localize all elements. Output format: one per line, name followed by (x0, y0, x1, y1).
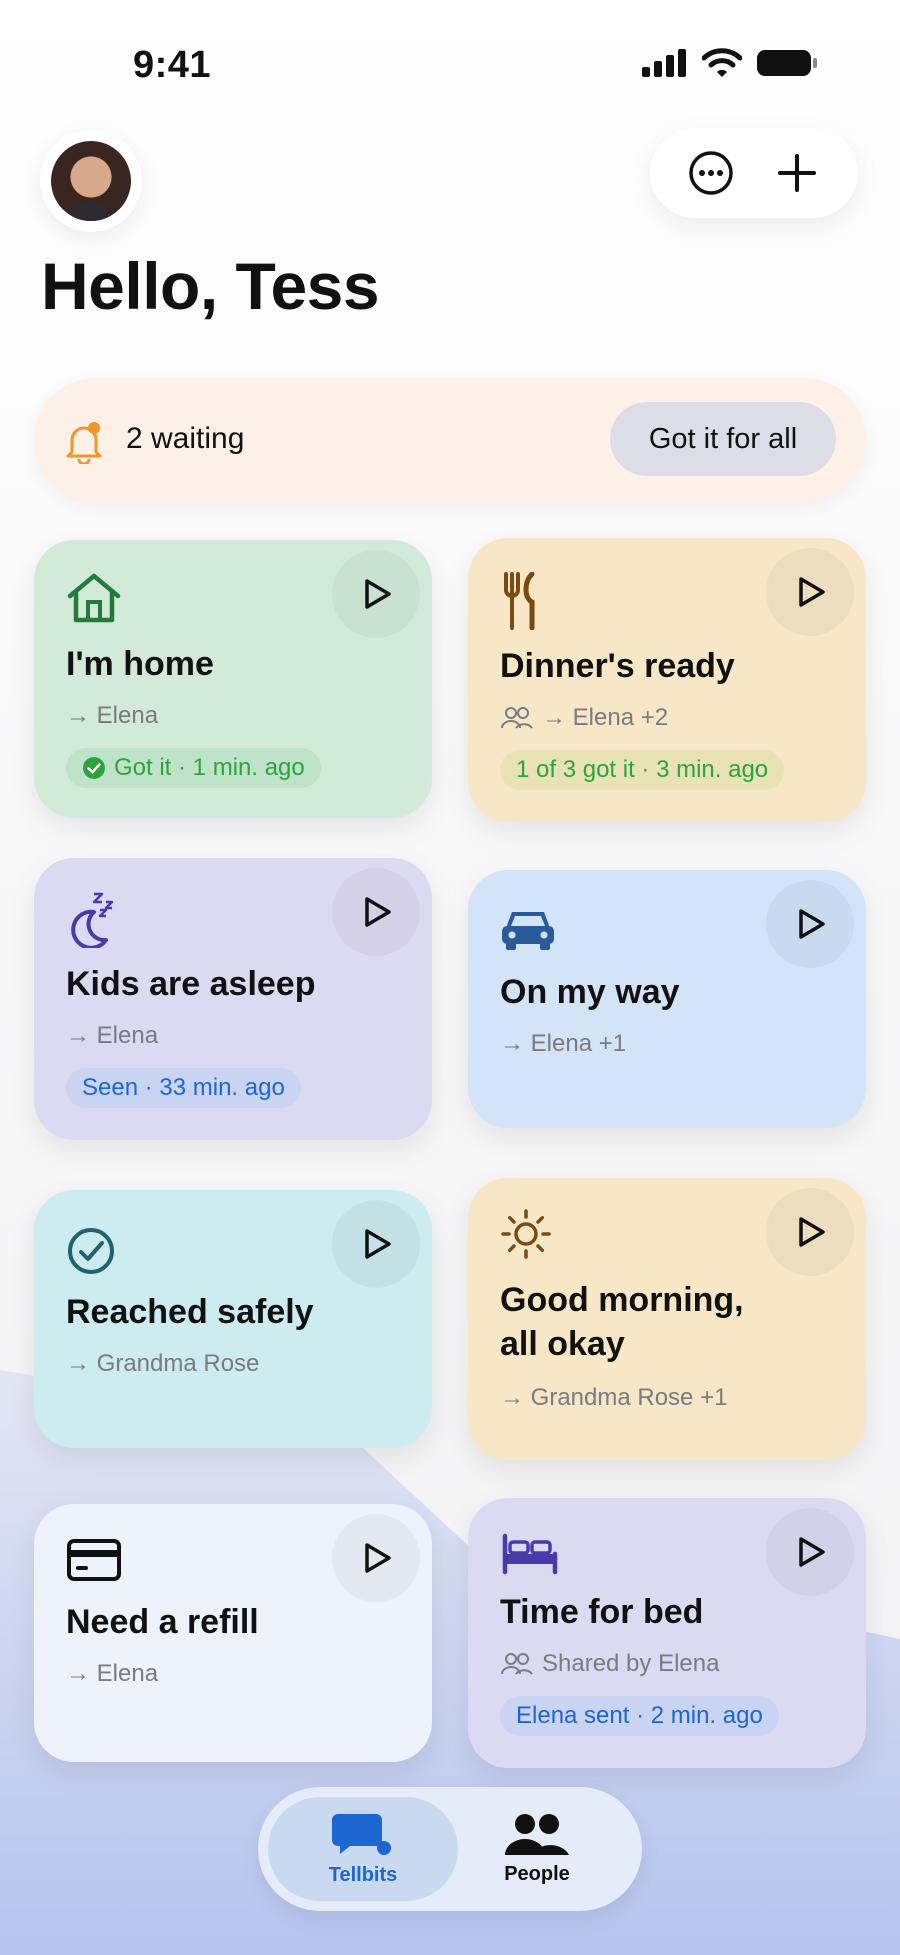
credit-card-icon (67, 1539, 121, 1581)
recipients-text: → Grandma Rose +1 (500, 1384, 728, 1411)
card-kids-asleep[interactable]: Kids are asleep → Elena Seen · 33 min. a… (34, 858, 432, 1140)
card-title: Kids are asleep (66, 965, 316, 1003)
group-icon (501, 707, 533, 729)
status-bar: 9:41 (0, 0, 900, 120)
tab-people[interactable]: People (442, 1797, 632, 1901)
tab-bar: Tellbits People (258, 1787, 642, 1911)
card-dinners-ready[interactable]: Dinner's ready → Elena +2 1 of 3 got it … (468, 538, 866, 822)
play-button[interactable] (332, 1514, 420, 1602)
recipients-text: → Elena (66, 702, 159, 729)
card-need-refill[interactable]: Need a refill → Elena (34, 1504, 432, 1762)
play-button[interactable] (332, 550, 420, 638)
play-button[interactable] (766, 548, 854, 636)
recipients-text: Shared by Elena (542, 1650, 720, 1677)
plus-icon (778, 154, 816, 192)
group-icon (501, 1653, 533, 1675)
card-title-line: Good morning, (500, 1281, 744, 1319)
more-button[interactable] (681, 143, 741, 203)
play-icon (365, 579, 391, 609)
car-icon (502, 912, 554, 950)
tab-label: Tellbits (328, 1863, 398, 1886)
moon-zzz-icon (71, 892, 114, 948)
card-recipients: Shared by Elena (500, 1650, 719, 1678)
page-title: Hello, Tess (41, 249, 380, 323)
play-button[interactable] (766, 880, 854, 968)
people-icon (505, 1813, 569, 1855)
card-recipients: → Grandma Rose +1 (500, 1384, 727, 1412)
tab-label: People (504, 1862, 570, 1885)
card-title: On my way (500, 973, 680, 1011)
card-recipients: → Elena (66, 702, 158, 730)
card-title: Time for bed (500, 1593, 704, 1631)
status-badge: Got it · 1 min. ago (66, 748, 321, 788)
tab-tellbits[interactable]: Tellbits (268, 1797, 458, 1901)
add-button[interactable] (767, 143, 827, 203)
status-text: Seen · 33 min. ago (82, 1074, 285, 1101)
card-good-morning[interactable]: Good morning, all okay → Grandma Rose +1 (468, 1178, 866, 1460)
wifi-icon (702, 48, 742, 77)
chat-bubble-icon (332, 1813, 391, 1855)
sun-icon (501, 1209, 551, 1259)
recipients-text: → Elena +1 (500, 1030, 627, 1057)
play-icon (799, 1537, 825, 1567)
card-title: Need a refill (66, 1603, 259, 1641)
card-recipients: → Elena (66, 1660, 158, 1688)
waiting-count: 2 waiting (126, 422, 245, 455)
got-it-for-all-button[interactable]: Got it for all (610, 402, 836, 476)
play-icon (365, 897, 391, 927)
play-icon (365, 1229, 391, 1259)
card-title: Good morning, all okay (500, 1278, 744, 1366)
recipients-text: → Elena +2 (542, 704, 669, 731)
play-button[interactable] (766, 1188, 854, 1276)
card-reached-safely[interactable]: Reached safely → Grandma Rose (34, 1190, 432, 1448)
status-icons (642, 48, 818, 78)
play-icon (799, 577, 825, 607)
card-recipients: → Elena (66, 1022, 158, 1050)
card-title: I'm home (66, 645, 214, 683)
fork-knife-icon (504, 572, 535, 630)
status-text: 1 of 3 got it · 3 min. ago (516, 756, 769, 783)
card-time-for-bed[interactable]: Time for bed Shared by Elena Elena sent … (468, 1498, 866, 1768)
status-time: 9:41 (133, 44, 212, 86)
bed-icon (502, 1533, 558, 1575)
waiting-banner: 2 waiting Got it for all (34, 378, 866, 502)
recipients-text: → Elena (66, 1660, 159, 1687)
card-recipients: → Elena +1 (500, 1030, 626, 1058)
status-badge: 1 of 3 got it · 3 min. ago (500, 750, 785, 790)
card-recipients: → Elena +2 (500, 704, 668, 732)
play-button[interactable] (332, 868, 420, 956)
cellular-signal-icon (642, 49, 686, 77)
top-actions (650, 128, 858, 218)
avatar-photo (51, 141, 131, 221)
avatar[interactable] (40, 130, 142, 232)
play-icon (799, 1217, 825, 1247)
status-badge: Seen · 33 min. ago (66, 1068, 301, 1108)
checkmark-circle-icon (68, 1228, 114, 1274)
card-recipients: → Grandma Rose (66, 1350, 259, 1378)
more-circle-icon (689, 151, 733, 195)
play-button[interactable] (332, 1200, 420, 1288)
play-icon (365, 1543, 391, 1573)
card-title-line: all okay (500, 1325, 625, 1363)
card-title: Dinner's ready (500, 647, 735, 685)
bell-icon (66, 422, 102, 464)
card-im-home[interactable]: I'm home → Elena Got it · 1 min. ago (34, 540, 432, 818)
house-icon (67, 573, 121, 623)
checkmark-circle-filled-icon (83, 757, 105, 779)
recipients-text: → Grandma Rose (66, 1350, 260, 1377)
card-title: Reached safely (66, 1293, 314, 1331)
card-on-my-way[interactable]: On my way → Elena +1 (468, 870, 866, 1128)
battery-icon (757, 50, 817, 76)
status-badge: Elena sent · 2 min. ago (500, 1696, 779, 1736)
status-text: Got it · 1 min. ago (114, 754, 305, 781)
play-icon (799, 909, 825, 939)
play-button[interactable] (766, 1508, 854, 1596)
recipients-text: → Elena (66, 1022, 159, 1049)
status-text: Elena sent · 2 min. ago (516, 1702, 763, 1729)
